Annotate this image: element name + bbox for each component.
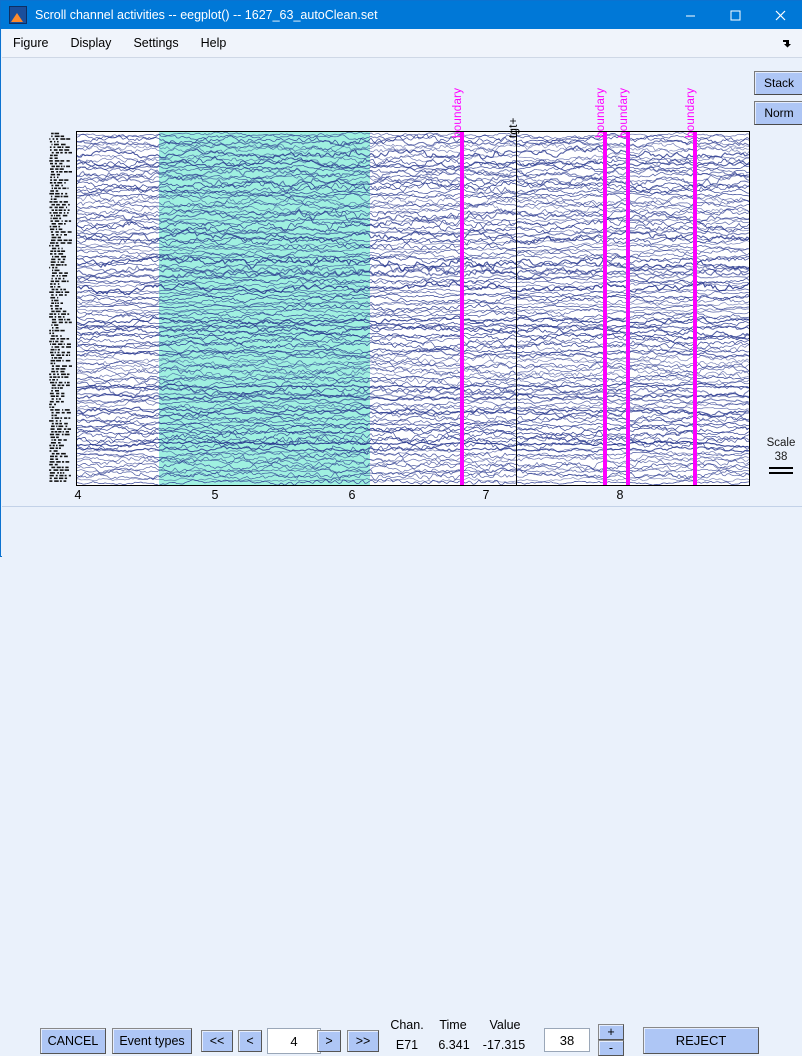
- window-title: Scroll channel activities -- eegplot() -…: [35, 8, 378, 22]
- matlab-figure-icon: [9, 6, 27, 24]
- scale-legend: Scale 38: [760, 436, 802, 474]
- event-boundary-line[interactable]: [460, 132, 464, 485]
- menu-item-settings[interactable]: Settings: [122, 29, 189, 57]
- menu-item-display[interactable]: Display: [59, 29, 122, 57]
- minimize-icon[interactable]: [668, 1, 713, 29]
- x-axis-tick-label: 8: [616, 488, 624, 502]
- x-axis-tick-label: 7: [482, 488, 490, 502]
- figure-canvas: Stack Norm Scale 38 boundary tgt+ boundary…: [2, 58, 802, 506]
- reject-button[interactable]: REJECT: [643, 1027, 759, 1054]
- menu-item-figure[interactable]: Figure: [2, 29, 59, 57]
- menu-bar: Figure Display Settings Help: [2, 29, 802, 58]
- event-boundary-line[interactable]: [603, 132, 607, 485]
- chan-header: Chan.: [390, 1018, 424, 1032]
- scale-legend-value: 38: [774, 451, 788, 463]
- title-bar: Scroll channel activities -- eegplot() -…: [1, 1, 802, 29]
- eeg-plot-area[interactable]: [76, 131, 750, 486]
- channel-label-strip: [48, 131, 72, 484]
- event-label: boundary: [685, 87, 697, 138]
- eegplot-window: Scroll channel activities -- eegplot() -…: [0, 0, 802, 1056]
- x-axis-tick-label: 4: [74, 488, 82, 502]
- cancel-button[interactable]: CANCEL: [40, 1028, 106, 1054]
- norm-button[interactable]: Norm: [754, 101, 802, 125]
- event-label: boundary: [452, 87, 464, 138]
- event-label: boundary: [618, 87, 630, 138]
- time-header: Time: [439, 1018, 467, 1032]
- x-axis-tick-label: 6: [348, 488, 356, 502]
- event-label: boundary: [595, 87, 607, 138]
- event-label: tgt+: [508, 117, 520, 138]
- scale-up-button[interactable]: +: [598, 1024, 624, 1040]
- value-value: -17.315: [482, 1038, 526, 1052]
- stack-button[interactable]: Stack: [754, 71, 802, 95]
- scale-input[interactable]: 38: [544, 1028, 590, 1052]
- scale-bar-icon: [769, 467, 793, 474]
- page-first-button[interactable]: <<: [201, 1030, 233, 1052]
- page-prev-button[interactable]: <: [238, 1030, 262, 1052]
- event-types-button[interactable]: Event types: [112, 1028, 192, 1054]
- close-icon[interactable]: [758, 1, 802, 29]
- control-bar: CANCEL Event types << < 4 > >> Chan. Tim…: [2, 506, 802, 1056]
- window-buttons: [668, 1, 802, 29]
- scale-down-button[interactable]: -: [598, 1040, 624, 1056]
- scale-legend-label: Scale: [766, 437, 796, 449]
- page-last-button[interactable]: >>: [347, 1030, 379, 1052]
- page-number-input[interactable]: 4: [267, 1028, 321, 1054]
- page-next-button[interactable]: >: [317, 1030, 341, 1052]
- menu-item-help[interactable]: Help: [190, 29, 238, 57]
- event-boundary-line[interactable]: [626, 132, 630, 485]
- maximize-icon[interactable]: [713, 1, 758, 29]
- event-boundary-line[interactable]: [693, 132, 697, 485]
- toolbar-arrow-icon[interactable]: [780, 36, 794, 50]
- value-header: Value: [489, 1018, 521, 1032]
- event-marker-line[interactable]: [516, 132, 517, 485]
- x-axis-tick-label: 5: [211, 488, 219, 502]
